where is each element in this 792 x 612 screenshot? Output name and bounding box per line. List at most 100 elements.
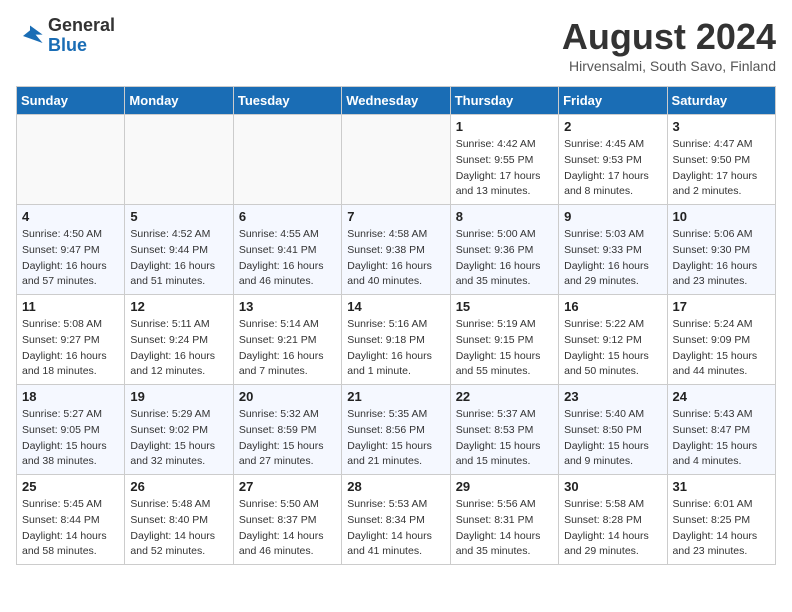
day-info: Sunrise: 5:29 AMSunset: 9:02 PMDaylight:… [130, 407, 227, 470]
day-number: 28 [347, 479, 444, 494]
day-info: Sunrise: 5:58 AMSunset: 8:28 PMDaylight:… [564, 497, 661, 560]
day-number: 22 [456, 389, 553, 404]
day-number: 13 [239, 299, 336, 314]
calendar-day-cell: 12Sunrise: 5:11 AMSunset: 9:24 PMDayligh… [125, 295, 233, 385]
day-info: Sunrise: 5:27 AMSunset: 9:05 PMDaylight:… [22, 407, 119, 470]
calendar-day-cell: 18 Sunrise: 5:27 AMSunset: 9:05 PMDayligh… [17, 385, 125, 475]
day-info: Sunrise: 4:55 AMSunset: 9:41 PMDaylight:… [239, 227, 336, 290]
day-number: 25 [22, 479, 119, 494]
calendar-day-cell [17, 115, 125, 205]
page-header: General Blue August 2024 Hirvensalmi, So… [16, 16, 776, 74]
day-info: Sunrise: 5:53 AMSunset: 8:34 PMDaylight:… [347, 497, 444, 560]
calendar-table: SundayMondayTuesdayWednesdayThursdayFrid… [16, 86, 776, 565]
day-info: Sunrise: 5:50 AMSunset: 8:37 PMDaylight:… [239, 497, 336, 560]
day-info: Sunrise: 5:22 AMSunset: 9:12 PMDaylight:… [564, 317, 661, 380]
calendar-day-cell: 2 Sunrise: 4:45 AMSunset: 9:53 PMDaylight… [559, 115, 667, 205]
day-number: 16 [564, 299, 661, 314]
day-info: Sunrise: 4:50 AMSunset: 9:47 PMDaylight:… [22, 227, 119, 290]
day-number: 23 [564, 389, 661, 404]
calendar-day-cell: 16 Sunrise: 5:22 AMSunset: 9:12 PMDayligh… [559, 295, 667, 385]
calendar-day-cell: 1 Sunrise: 4:42 AMSunset: 9:55 PMDaylight… [450, 115, 558, 205]
calendar-day-cell: 19Sunrise: 5:29 AMSunset: 9:02 PMDayligh… [125, 385, 233, 475]
day-info: Sunrise: 5:56 AMSunset: 8:31 PMDaylight:… [456, 497, 553, 560]
day-number: 10 [673, 209, 770, 224]
calendar-day-cell: 22 Sunrise: 5:37 AMSunset: 8:53 PMDayligh… [450, 385, 558, 475]
calendar-day-cell [233, 115, 341, 205]
calendar-day-cell: 25Sunrise: 5:45 AMSunset: 8:44 PMDayligh… [17, 475, 125, 565]
logo-text: General Blue [48, 16, 115, 56]
weekday-header: Thursday [450, 87, 558, 115]
day-number: 20 [239, 389, 336, 404]
day-info: Sunrise: 5:48 AMSunset: 8:40 PMDaylight:… [130, 497, 227, 560]
day-number: 7 [347, 209, 444, 224]
calendar-day-cell: 29 Sunrise: 5:56 AMSunset: 8:31 PMDayligh… [450, 475, 558, 565]
day-number: 5 [130, 209, 227, 224]
calendar-day-cell: 7 Sunrise: 4:58 AMSunset: 9:38 PMDaylight… [342, 205, 450, 295]
day-info: Sunrise: 4:45 AMSunset: 9:53 PMDaylight:… [564, 137, 661, 200]
location-subtitle: Hirvensalmi, South Savo, Finland [562, 58, 776, 74]
weekday-header: Friday [559, 87, 667, 115]
day-number: 4 [22, 209, 119, 224]
calendar-day-cell: 3 Sunrise: 4:47 AMSunset: 9:50 PMDaylight… [667, 115, 775, 205]
calendar-day-cell [125, 115, 233, 205]
day-info: Sunrise: 5:06 AMSunset: 9:30 PMDaylight:… [673, 227, 770, 290]
day-number: 1 [456, 119, 553, 134]
day-info: Sunrise: 4:42 AMSunset: 9:55 PMDaylight:… [456, 137, 553, 200]
calendar-day-cell: 13 Sunrise: 5:14 AMSunset: 9:21 PMDayligh… [233, 295, 341, 385]
day-number: 24 [673, 389, 770, 404]
logo-bird-icon [16, 22, 44, 50]
logo: General Blue [16, 16, 115, 56]
day-number: 3 [673, 119, 770, 134]
calendar-day-cell: 8 Sunrise: 5:00 AMSunset: 9:36 PMDaylight… [450, 205, 558, 295]
day-info: Sunrise: 4:52 AMSunset: 9:44 PMDaylight:… [130, 227, 227, 290]
day-number: 26 [130, 479, 227, 494]
calendar-day-cell: 17Sunrise: 5:24 AMSunset: 9:09 PMDayligh… [667, 295, 775, 385]
day-number: 30 [564, 479, 661, 494]
calendar-day-cell: 5 Sunrise: 4:52 AMSunset: 9:44 PMDaylight… [125, 205, 233, 295]
day-number: 17 [673, 299, 770, 314]
calendar-day-cell: 14 Sunrise: 5:16 AMSunset: 9:18 PMDayligh… [342, 295, 450, 385]
day-number: 14 [347, 299, 444, 314]
title-area: August 2024 Hirvensalmi, South Savo, Fin… [562, 16, 776, 74]
day-info: Sunrise: 6:01 AMSunset: 8:25 PMDaylight:… [673, 497, 770, 560]
calendar-day-cell: 4 Sunrise: 4:50 AMSunset: 9:47 PMDaylight… [17, 205, 125, 295]
day-number: 15 [456, 299, 553, 314]
calendar-day-cell: 26 Sunrise: 5:48 AMSunset: 8:40 PMDayligh… [125, 475, 233, 565]
day-info: Sunrise: 5:03 AMSunset: 9:33 PMDaylight:… [564, 227, 661, 290]
calendar-day-cell: 11Sunrise: 5:08 AMSunset: 9:27 PMDayligh… [17, 295, 125, 385]
day-number: 6 [239, 209, 336, 224]
day-number: 27 [239, 479, 336, 494]
calendar-day-cell: 23 Sunrise: 5:40 AMSunset: 8:50 PMDayligh… [559, 385, 667, 475]
day-number: 11 [22, 299, 119, 314]
day-number: 8 [456, 209, 553, 224]
day-info: Sunrise: 4:47 AMSunset: 9:50 PMDaylight:… [673, 137, 770, 200]
calendar-day-cell: 15 Sunrise: 5:19 AMSunset: 9:15 PMDayligh… [450, 295, 558, 385]
calendar-day-cell: 6 Sunrise: 4:55 AMSunset: 9:41 PMDaylight… [233, 205, 341, 295]
day-info: Sunrise: 5:16 AMSunset: 9:18 PMDaylight:… [347, 317, 444, 380]
day-number: 29 [456, 479, 553, 494]
day-info: Sunrise: 5:35 AMSunset: 8:56 PMDaylight:… [347, 407, 444, 470]
day-info: Sunrise: 5:14 AMSunset: 9:21 PMDaylight:… [239, 317, 336, 380]
day-info: Sunrise: 5:40 AMSunset: 8:50 PMDaylight:… [564, 407, 661, 470]
day-info: Sunrise: 5:11 AMSunset: 9:24 PMDaylight:… [130, 317, 227, 380]
calendar-day-cell [342, 115, 450, 205]
calendar-day-cell: 27 Sunrise: 5:50 AMSunset: 8:37 PMDayligh… [233, 475, 341, 565]
calendar-day-cell: 31Sunrise: 6:01 AMSunset: 8:25 PMDayligh… [667, 475, 775, 565]
calendar-day-cell: 24Sunrise: 5:43 AMSunset: 8:47 PMDayligh… [667, 385, 775, 475]
calendar-day-cell: 28 Sunrise: 5:53 AMSunset: 8:34 PMDayligh… [342, 475, 450, 565]
calendar-day-cell: 9 Sunrise: 5:03 AMSunset: 9:33 PMDaylight… [559, 205, 667, 295]
day-number: 18 [22, 389, 119, 404]
day-info: Sunrise: 5:00 AMSunset: 9:36 PMDaylight:… [456, 227, 553, 290]
day-info: Sunrise: 5:19 AMSunset: 9:15 PMDaylight:… [456, 317, 553, 380]
calendar-week-row: 25Sunrise: 5:45 AMSunset: 8:44 PMDayligh… [17, 475, 776, 565]
day-number: 2 [564, 119, 661, 134]
calendar-day-cell: 20 Sunrise: 5:32 AMSunset: 8:59 PMDayligh… [233, 385, 341, 475]
month-title: August 2024 [562, 16, 776, 58]
calendar-day-cell: 21Sunrise: 5:35 AMSunset: 8:56 PMDayligh… [342, 385, 450, 475]
calendar-day-cell: 10 Sunrise: 5:06 AMSunset: 9:30 PMDayligh… [667, 205, 775, 295]
weekday-header: Wednesday [342, 87, 450, 115]
day-info: Sunrise: 5:32 AMSunset: 8:59 PMDaylight:… [239, 407, 336, 470]
day-info: Sunrise: 5:37 AMSunset: 8:53 PMDaylight:… [456, 407, 553, 470]
day-number: 9 [564, 209, 661, 224]
day-info: Sunrise: 4:58 AMSunset: 9:38 PMDaylight:… [347, 227, 444, 290]
